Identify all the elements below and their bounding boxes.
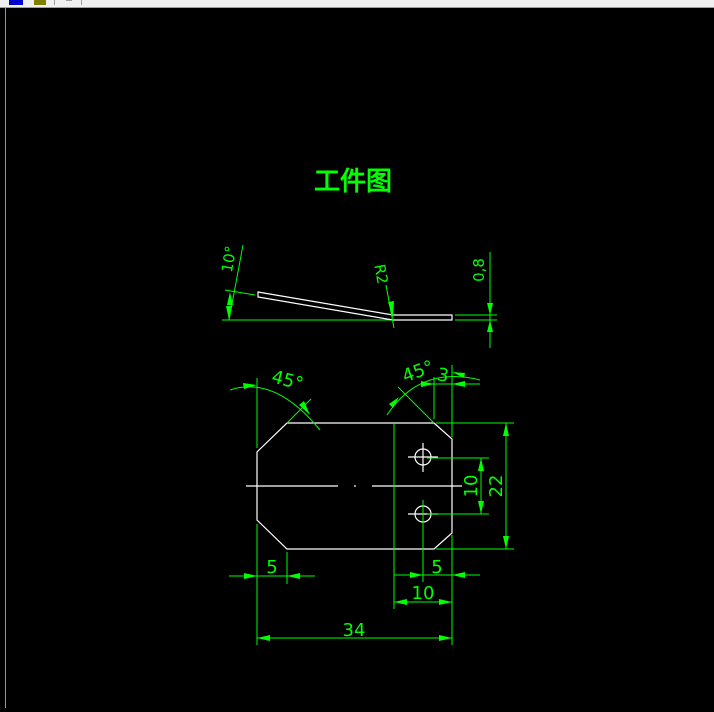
toolbar-icon-yellow[interactable]: [34, 0, 46, 5]
toolbar-separator: [81, 0, 82, 5]
arrow: [287, 573, 300, 579]
arrow: [478, 501, 484, 514]
arrow: [257, 635, 270, 641]
arrow: [452, 572, 465, 578]
arrow: [226, 306, 232, 320]
angle-label: 10°: [218, 244, 240, 273]
drawing-canvas[interactable]: 工件图 0,8 10° R2 34 5 5 10 10 22 3 45° 45°: [0, 8, 714, 708]
toolbar: [0, 0, 714, 8]
bend-width-label: 10: [412, 583, 435, 604]
total-length-label: 34: [343, 620, 366, 641]
bent-plate-profile: [257, 291, 453, 321]
right-offset-label: 5: [431, 557, 442, 578]
arrow: [410, 572, 423, 578]
arrow: [227, 292, 233, 305]
arrow: [243, 383, 257, 389]
arrow: [439, 599, 452, 605]
arrow: [487, 320, 493, 332]
toolbar-icon-blue[interactable]: [9, 0, 23, 5]
arrow: [503, 423, 509, 436]
toolbar-separator: [54, 0, 55, 5]
hole-spacing-label: 10: [461, 475, 482, 498]
arrow: [487, 303, 493, 315]
thickness-label: 0,8: [470, 258, 488, 282]
arrow: [503, 536, 509, 549]
left-offset-label: 5: [266, 557, 277, 578]
chamfer-angle-right-label: 45°: [400, 357, 437, 388]
cad-drawing: 工件图 0,8 10° R2 34 5 5 10 10 22 3 45° 45°: [5, 8, 514, 708]
arrow: [244, 573, 257, 579]
arrow: [389, 397, 399, 408]
drawing-title: 工件图: [314, 167, 392, 197]
top-view: 34 5 5 10 10 22 3 45° 45°: [229, 357, 514, 645]
toolbar-icon-gray[interactable]: [66, 0, 72, 1]
arrow: [439, 635, 452, 641]
height-label: 22: [486, 475, 507, 498]
arrow: [388, 301, 394, 318]
chamfer-leader: [397, 386, 435, 424]
radius-label: R2: [370, 263, 391, 286]
chamfer-angle-left-label: 45°: [269, 366, 305, 395]
arrow: [478, 458, 484, 471]
side-view: 0,8 10° R2: [218, 244, 497, 348]
arrow: [394, 599, 407, 605]
arrow: [421, 381, 434, 387]
arrow: [452, 381, 465, 387]
